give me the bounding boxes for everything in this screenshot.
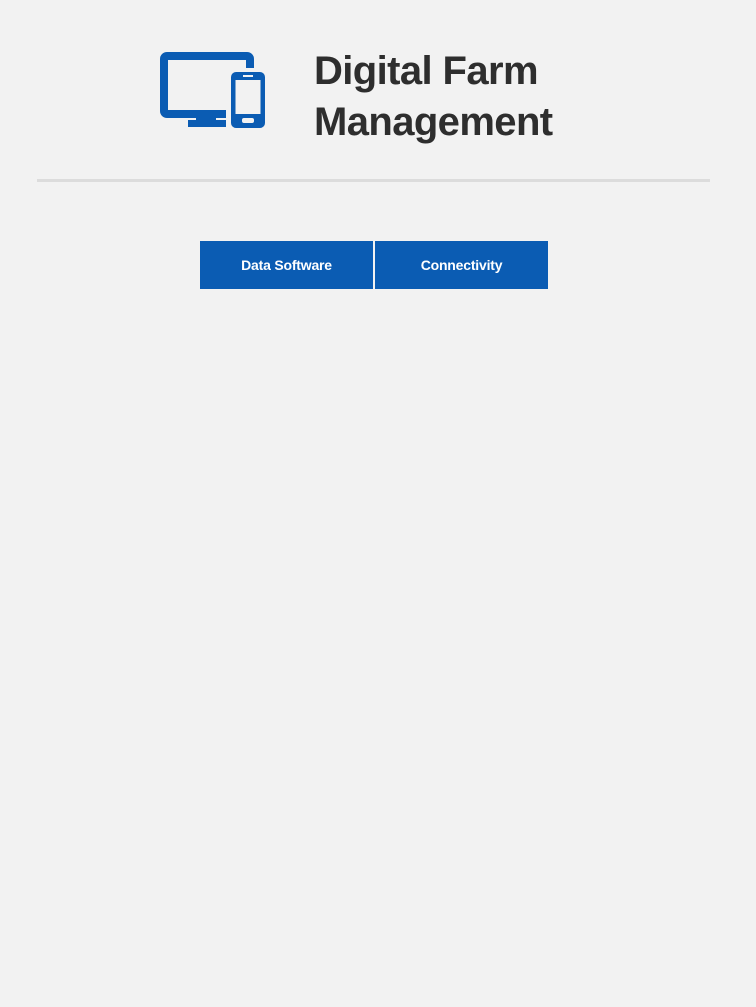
- tab-data-software[interactable]: Data Software: [200, 241, 373, 289]
- hero-header: Digital Farm Management: [0, 46, 756, 146]
- page-title: Digital Farm Management: [314, 46, 553, 148]
- tab-connectivity[interactable]: Connectivity: [375, 241, 548, 289]
- desktop-and-mobile-device-icon: [160, 52, 268, 130]
- tab-bar: Data Software Connectivity: [200, 241, 548, 289]
- section-divider: [37, 179, 710, 182]
- page: Digital Farm Management Data Software Co…: [0, 0, 756, 1007]
- page-title-line-1: Digital Farm: [314, 49, 539, 93]
- page-title-line-2: Management: [314, 100, 553, 144]
